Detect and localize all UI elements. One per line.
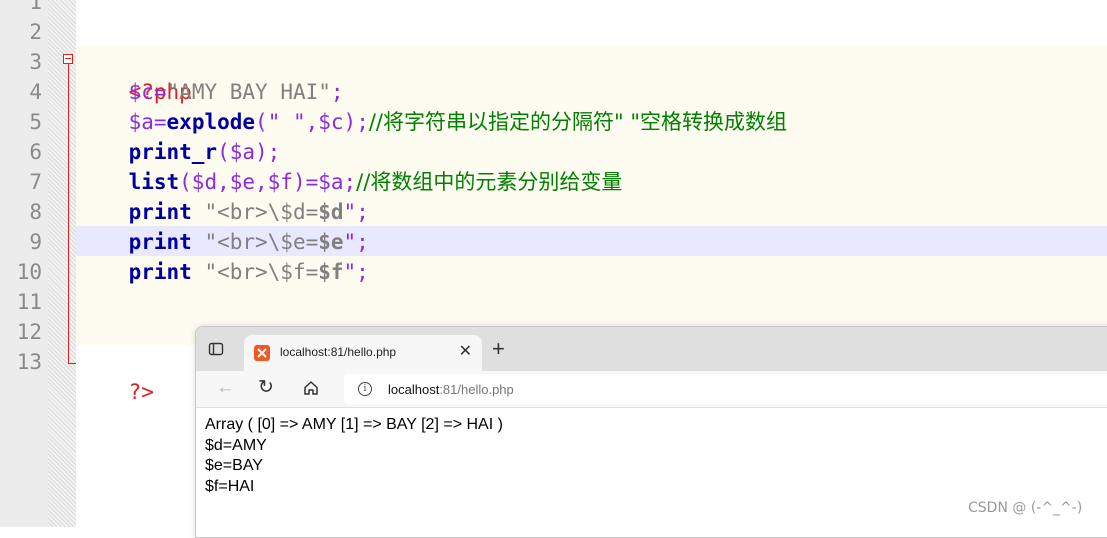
- line-number: 2: [29, 20, 42, 44]
- home-icon[interactable]: [302, 379, 320, 397]
- browser-tab[interactable]: localhost:81/hello.php ✕: [244, 335, 482, 371]
- line-number: 7: [29, 170, 42, 194]
- token-args: (" ",$c);: [255, 110, 369, 134]
- line-number: 8: [29, 200, 42, 224]
- close-tab-icon[interactable]: ✕: [459, 343, 472, 361]
- token-function: print: [128, 200, 192, 224]
- code-line-10: print "<br>\$f=$f";: [78, 257, 369, 287]
- fold-range-end: [68, 363, 76, 364]
- code-line-8: print "<br>\$d=$d";: [78, 197, 369, 227]
- line-number: 9: [29, 230, 42, 254]
- token-string: "<br>\$f=: [191, 260, 319, 284]
- code-line-13: ?>: [78, 347, 154, 404]
- fold-range-line: [68, 64, 69, 364]
- output-line: $f=HAI: [205, 477, 255, 495]
- token-function: print: [128, 230, 192, 254]
- code-line-6: print_r($a);: [78, 137, 281, 167]
- token-interpolated-variable: $d: [318, 200, 344, 224]
- token-function: list: [128, 170, 180, 194]
- token-string: "<br>\$d=: [191, 200, 319, 224]
- page-content: Array ( [0] => AMY [1] => BAY [2] => HAI…: [205, 415, 503, 497]
- watermark: CSDN @ (-^_^-): [968, 500, 1083, 516]
- token-string: "<br>\$e=: [191, 230, 319, 254]
- xampp-favicon-icon: [254, 345, 270, 361]
- code-line-9: print "<br>\$e=$e";: [78, 227, 369, 257]
- back-button[interactable]: ←: [216, 378, 235, 398]
- tab-title: localhost:81/hello.php: [280, 345, 397, 359]
- token-string: "AMY BAY HAI": [166, 80, 331, 104]
- token-comment: //将数组中的元素分别给变量: [356, 170, 623, 194]
- browser-toolbar: ← ↻ i localhost:81/hello.php: [196, 371, 1107, 408]
- line-number: 12: [16, 320, 42, 344]
- token-comment: //将字符串以指定的分隔符" "空格转换成数组: [368, 110, 787, 134]
- output-line: Array ( [0] => AMY [1] => BAY [2] => HAI…: [205, 416, 503, 433]
- token-variable: $c: [128, 80, 154, 104]
- token-variable: $a: [128, 110, 154, 134]
- token-operator: =: [153, 110, 167, 134]
- token-interpolated-variable: $f: [318, 260, 344, 284]
- url-text: localhost:81/hello.php: [388, 382, 514, 397]
- output-line: $e=BAY: [205, 457, 263, 474]
- code-line-3: <?php: [78, 47, 192, 104]
- url-host: localhost: [388, 382, 440, 397]
- url-path: :81/hello.php: [439, 382, 514, 397]
- line-number: 6: [29, 140, 42, 164]
- token-terminator: ";: [343, 230, 369, 254]
- token-args: ($a);: [217, 140, 281, 164]
- token-terminator: ";: [343, 260, 369, 284]
- line-number: 1: [29, 0, 42, 14]
- code-line-5: $a=explode(" ",$c);//将字符串以指定的分隔符" "空格转换成…: [78, 107, 787, 137]
- token-function: explode: [166, 110, 256, 134]
- output-line: $d=AMY: [205, 436, 267, 454]
- token-args: ($d,$e,$f)=$a;: [179, 170, 357, 194]
- site-info-icon[interactable]: i: [358, 382, 372, 396]
- tab-actions-icon[interactable]: [208, 341, 224, 357]
- token-interpolated-variable: $e: [318, 230, 344, 254]
- code-line-7: list($d,$e,$f)=$a;//将数组中的元素分别给变量: [78, 167, 623, 197]
- token-terminator: ";: [343, 200, 369, 224]
- line-number: 11: [16, 290, 42, 314]
- tab-bar: localhost:81/hello.php ✕ +: [196, 327, 1107, 371]
- token-operator: ;: [330, 80, 344, 104]
- line-number: 5: [29, 110, 42, 134]
- fold-toggle-icon[interactable]: [63, 54, 73, 64]
- code-line-4: $c="AMY BAY HAI";: [78, 77, 344, 107]
- line-number: 4: [29, 80, 42, 104]
- refresh-button[interactable]: ↻: [258, 378, 274, 398]
- new-tab-button[interactable]: +: [492, 338, 505, 360]
- fold-margin: [48, 0, 76, 527]
- line-number-gutter: 1 2 3 4 5 6 7 8 9 10 11 12 13: [0, 0, 48, 527]
- php-close-tag: ?>: [128, 380, 154, 404]
- address-bar[interactable]: i localhost:81/hello.php: [344, 374, 1107, 404]
- line-number: 3: [29, 50, 42, 74]
- line-number: 13: [16, 350, 42, 374]
- token-operator: =: [153, 80, 167, 104]
- token-function: print_r: [128, 140, 218, 164]
- line-number: 10: [16, 260, 42, 284]
- token-function: print: [128, 260, 192, 284]
